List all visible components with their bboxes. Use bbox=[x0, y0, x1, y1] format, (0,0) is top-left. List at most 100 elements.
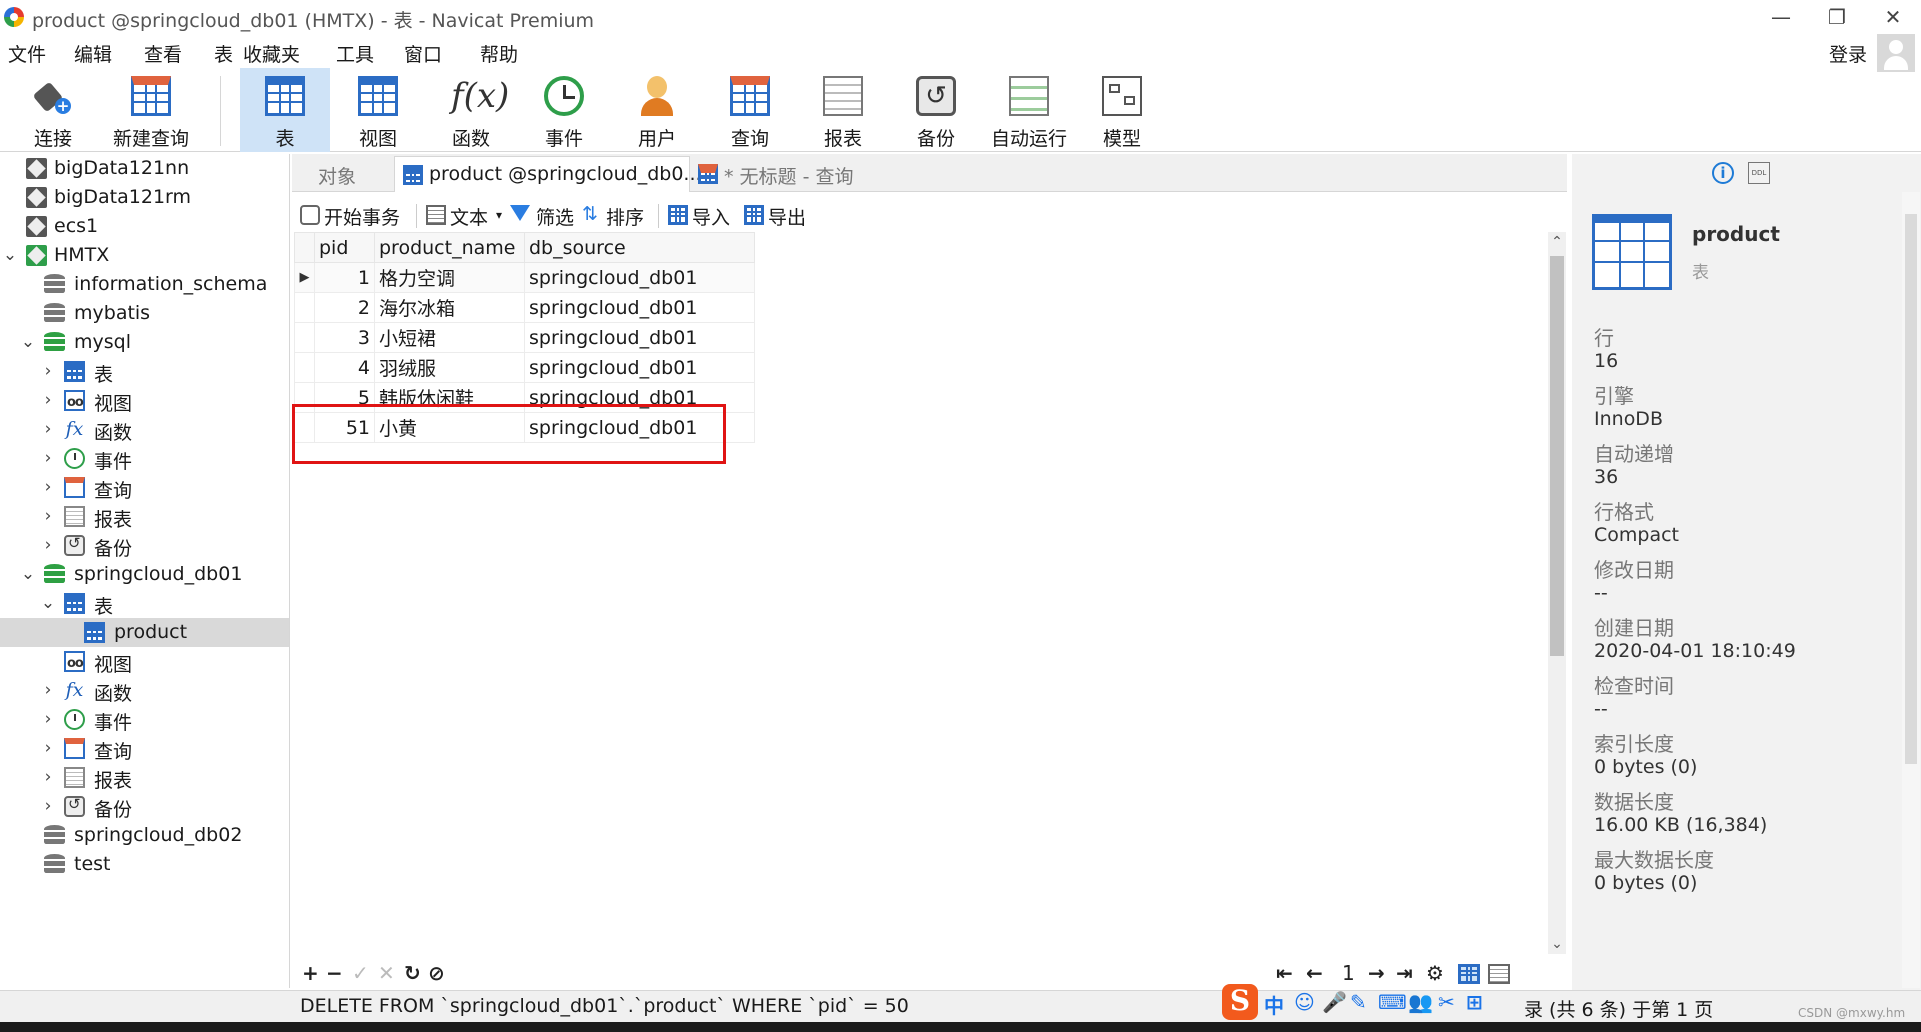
chevron-right-icon[interactable]: › bbox=[40, 390, 56, 410]
toolbar-model-button[interactable]: 模型 bbox=[1077, 68, 1167, 152]
text-button[interactable]: 文本 bbox=[450, 203, 488, 230]
ime-chinese-mode-icon[interactable]: 中 bbox=[1264, 990, 1284, 1019]
toolbar-query-button[interactable]: 查询 bbox=[705, 68, 795, 152]
maximize-button[interactable]: ❐ bbox=[1814, 2, 1860, 32]
toolbar-new-query-button[interactable]: 新建查询 bbox=[106, 68, 196, 152]
ime-keyboard-icon[interactable]: ⌨ bbox=[1378, 990, 1407, 1014]
grid-view-icon[interactable] bbox=[1458, 964, 1480, 984]
apply-changes-button[interactable]: ✓ bbox=[352, 961, 369, 985]
chevron-down-icon[interactable]: ⌄ bbox=[2, 245, 18, 265]
tree-db-springcloud-db01[interactable]: ⌄ springcloud_db01 bbox=[0, 560, 289, 589]
refresh-button[interactable]: ↻ bbox=[404, 961, 421, 985]
chevron-down-icon[interactable]: ⌄ bbox=[20, 332, 36, 352]
settings-gear-icon[interactable]: ⚙ bbox=[1426, 961, 1444, 985]
cell-product-name[interactable]: 羽绒服 bbox=[374, 352, 525, 383]
discard-changes-button[interactable]: ✕ bbox=[378, 961, 395, 985]
delete-record-button[interactable]: − bbox=[326, 961, 343, 985]
info-panel-scrollbar[interactable] bbox=[1902, 192, 1920, 988]
menu-view[interactable]: 查看 bbox=[144, 40, 182, 67]
tree-db-mysql[interactable]: ⌄ mysql bbox=[0, 328, 289, 357]
toolbar-user-button[interactable]: 用户 bbox=[612, 68, 702, 152]
menu-favorites[interactable]: 收藏夹 bbox=[243, 40, 300, 67]
menu-edit[interactable]: 编辑 bbox=[74, 40, 112, 67]
tab-untitled-query[interactable]: * 无标题 - 查询 bbox=[692, 156, 932, 192]
cell-db-source[interactable]: springcloud_db01 bbox=[524, 352, 755, 383]
minimize-button[interactable]: — bbox=[1758, 2, 1804, 32]
toolbar-view-button[interactable]: 视图 bbox=[333, 68, 423, 152]
sogou-logo-icon[interactable]: S bbox=[1222, 984, 1258, 1020]
cell-db-source[interactable]: springcloud_db01 bbox=[524, 322, 755, 353]
chevron-right-icon[interactable]: › bbox=[40, 535, 56, 555]
chevron-right-icon[interactable]: › bbox=[40, 680, 56, 700]
menu-tools[interactable]: 工具 bbox=[336, 40, 374, 67]
cell-product-name[interactable]: 格力空调 bbox=[374, 262, 525, 293]
tab-objects[interactable]: 对象 bbox=[298, 156, 390, 192]
ddl-icon[interactable]: DDL bbox=[1748, 162, 1770, 184]
tree-springcloud-events[interactable]: › 事件 bbox=[0, 705, 289, 734]
tree-springcloud-queries[interactable]: › 查询 bbox=[0, 734, 289, 763]
toolbar-report-button[interactable]: 报表 bbox=[798, 68, 888, 152]
import-button[interactable]: 导入 bbox=[692, 203, 730, 230]
chevron-right-icon[interactable]: › bbox=[40, 709, 56, 729]
chevron-right-icon[interactable]: › bbox=[40, 738, 56, 758]
tree-mysql-events[interactable]: › 事件 bbox=[0, 444, 289, 473]
column-header-pid[interactable]: pid bbox=[314, 232, 375, 263]
close-button[interactable]: ✕ bbox=[1870, 2, 1916, 32]
chevron-right-icon[interactable]: › bbox=[40, 796, 56, 816]
tree-springcloud-views[interactable]: 视图 bbox=[0, 647, 289, 676]
first-page-button[interactable]: ⇤ bbox=[1276, 961, 1293, 985]
ime-emoji-icon[interactable]: ☺ bbox=[1294, 990, 1315, 1014]
cell-pid[interactable]: 3 bbox=[314, 322, 375, 353]
info-icon[interactable]: i bbox=[1712, 162, 1734, 184]
cell-db-source[interactable]: springcloud_db01 bbox=[524, 262, 755, 293]
login-link[interactable]: 登录 bbox=[1829, 40, 1867, 67]
tree-springcloud-reports[interactable]: › 报表 bbox=[0, 763, 289, 792]
tree-springcloud-tables[interactable]: ⌄ 表 bbox=[0, 589, 289, 618]
table-row[interactable]: ▶ 1 格力空调 springcloud_db01 bbox=[294, 262, 755, 293]
grid-vertical-scrollbar[interactable]: ⌃ ⌄ bbox=[1548, 232, 1566, 954]
form-view-icon[interactable] bbox=[1488, 964, 1510, 984]
column-header-db-source[interactable]: db_source bbox=[524, 232, 755, 263]
tree-connection-bigdata121nn[interactable]: bigData121nn bbox=[0, 154, 289, 183]
last-page-button[interactable]: ⇥ bbox=[1396, 961, 1413, 985]
chevron-down-icon[interactable]: ⌄ bbox=[40, 593, 56, 613]
toolbar-connect-button[interactable]: + 连接 bbox=[8, 68, 98, 152]
add-record-button[interactable]: + bbox=[302, 961, 319, 985]
filter-button[interactable]: 筛选 bbox=[536, 203, 574, 230]
tree-connection-bigdata121rm[interactable]: bigData121rm bbox=[0, 183, 289, 212]
toolbar-automation-button[interactable]: 自动运行 bbox=[984, 68, 1074, 152]
tree-db-information-schema[interactable]: information_schema bbox=[0, 270, 289, 299]
table-row[interactable]: 3 小短裙 springcloud_db01 bbox=[294, 322, 755, 353]
stop-button[interactable]: ⊘ bbox=[428, 961, 445, 985]
page-number[interactable]: 1 bbox=[1342, 961, 1355, 985]
begin-transaction-button[interactable]: 开始事务 bbox=[324, 203, 400, 230]
tree-mysql-queries[interactable]: › 查询 bbox=[0, 473, 289, 502]
toolbar-backup-button[interactable]: ↺ 备份 bbox=[891, 68, 981, 152]
previous-page-button[interactable]: ← bbox=[1306, 961, 1323, 985]
ime-user-icon[interactable]: 👥 bbox=[1408, 990, 1433, 1014]
menu-window[interactable]: 窗口 bbox=[404, 40, 442, 67]
chevron-right-icon[interactable]: › bbox=[40, 477, 56, 497]
tree-db-springcloud-db02[interactable]: springcloud_db02 bbox=[0, 821, 289, 850]
tree-mysql-reports[interactable]: › 报表 bbox=[0, 502, 289, 531]
tree-connection-hmtx[interactable]: ⌄ HMTX bbox=[0, 241, 289, 270]
cell-db-source[interactable]: springcloud_db01 bbox=[524, 292, 755, 323]
tree-table-product[interactable]: product bbox=[0, 618, 289, 647]
chevron-right-icon[interactable]: › bbox=[40, 506, 56, 526]
cell-pid[interactable]: 4 bbox=[314, 352, 375, 383]
avatar[interactable] bbox=[1877, 34, 1915, 72]
ime-toolbox-icon[interactable]: ⊞ bbox=[1466, 990, 1483, 1014]
table-row[interactable]: 2 海尔冰箱 springcloud_db01 bbox=[294, 292, 755, 323]
tree-mysql-tables[interactable]: › 表 bbox=[0, 357, 289, 386]
scrollbar-thumb[interactable] bbox=[1550, 256, 1564, 656]
scroll-up-icon[interactable]: ⌃ bbox=[1548, 234, 1566, 250]
toolbar-function-button[interactable]: f(x) 函数 bbox=[426, 68, 516, 152]
chevron-right-icon[interactable]: › bbox=[40, 767, 56, 787]
tree-db-test[interactable]: test bbox=[0, 850, 289, 879]
menu-file[interactable]: 文件 bbox=[8, 40, 46, 67]
cell-product-name[interactable]: 小短裙 bbox=[374, 322, 525, 353]
chevron-down-icon[interactable]: ⌄ bbox=[20, 564, 36, 584]
menu-table[interactable]: 表 bbox=[214, 40, 233, 67]
tree-mysql-views[interactable]: › 视图 bbox=[0, 386, 289, 415]
tab-product-table[interactable]: product @springcloud_db0... bbox=[394, 156, 702, 192]
